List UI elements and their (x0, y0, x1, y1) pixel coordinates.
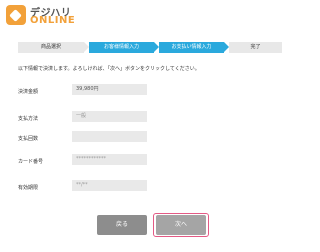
card-number-field: ************ (72, 154, 147, 165)
step-customer-info: お客様情報入力 (89, 42, 154, 53)
step-payment-info: お支払い情報入力 (159, 42, 224, 53)
card-number-label: カード番号 (18, 159, 44, 165)
expiry-field: **/** (72, 180, 147, 191)
amount-field: 39,980円 (72, 84, 147, 95)
expiry-label: 有効期限 (18, 185, 39, 191)
logo-text-bottom: ONLINE (30, 15, 76, 26)
method-field: 一般 (72, 111, 147, 122)
next-button[interactable]: 次へ (156, 215, 206, 235)
site-logo[interactable]: デジハリ ONLINE (6, 3, 96, 33)
amount-label: 決済金額 (18, 89, 39, 95)
step-label: 完了 (250, 44, 261, 50)
step-label: お支払い情報入力 (171, 44, 212, 50)
step-label: 商品選択 (40, 44, 61, 50)
instructions-text: 以下情報で決済します。よろしければ、「次へ」ボタンをクリックしてください。 (18, 66, 200, 72)
logo-mark-icon (6, 5, 26, 25)
step-label: お客様情報入力 (103, 44, 139, 50)
count-label: 支払回数 (18, 136, 39, 142)
progress-steps: 商品選択 お客様情報入力 お支払い情報入力 完了 (18, 42, 282, 53)
method-label: 支払方法 (18, 116, 39, 122)
back-button[interactable]: 戻る (97, 215, 147, 235)
step-product-selection: 商品選択 (18, 42, 84, 53)
step-complete: 完了 (229, 42, 282, 53)
count-field (72, 131, 147, 142)
